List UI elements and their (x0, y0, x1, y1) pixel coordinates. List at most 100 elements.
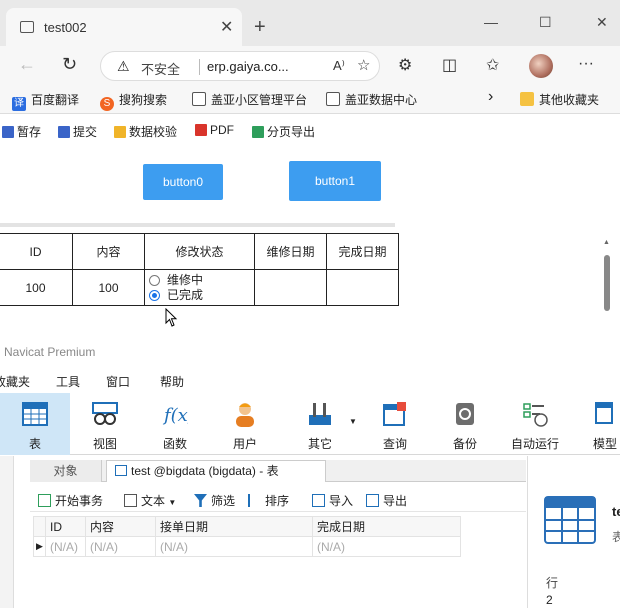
cell-done-date[interactable] (326, 269, 399, 306)
grid-cell[interactable]: (N/A) (85, 536, 156, 557)
filter-button[interactable]: 筛选 (194, 492, 235, 509)
sort-icon (248, 494, 261, 507)
save-draft-button[interactable]: 暂存 (2, 123, 41, 140)
bookmark-baidu-translate[interactable]: 译百度翻译 (12, 91, 79, 111)
toolbar-label: 分页导出 (267, 125, 316, 139)
navicat-title: Navicat Premium (4, 345, 96, 359)
button0[interactable]: button0 (143, 164, 223, 200)
profile-avatar[interactable] (529, 54, 553, 78)
pdf-button[interactable]: PDF (195, 123, 234, 137)
warning-icon: ⚠ (117, 58, 130, 74)
sogou-icon: S (100, 97, 114, 111)
new-tab-button[interactable]: + (254, 17, 266, 37)
svg-text:f(x): f(x) (162, 405, 188, 426)
bookmark-sogou[interactable]: S 搜狗搜索 (100, 91, 167, 111)
ribbon-user-button[interactable]: 用户 (210, 393, 280, 455)
scrollbar-thumb[interactable] (604, 255, 610, 311)
bookmark-gaiya-data[interactable]: 盖亚数据中心 (326, 91, 417, 108)
read-aloud-icon[interactable]: A⁾ (333, 58, 345, 74)
radio-label: 已完成 (167, 287, 204, 302)
minimize-button[interactable]: — (484, 14, 498, 30)
security-label[interactable]: 不安全 (141, 59, 180, 78)
ribbon-function-button[interactable]: f(x) 函数 (140, 393, 210, 455)
menu-window[interactable]: 窗口 (106, 373, 130, 390)
menu-favorites[interactable]: 收藏夹 (0, 373, 30, 390)
ribbon-backup-button[interactable]: 备份 (430, 393, 500, 455)
tab-title: test002 (44, 20, 87, 35)
radio-button[interactable] (149, 274, 160, 286)
menu-tools[interactable]: 工具 (56, 373, 80, 390)
grid-column-header[interactable]: 接单日期 (155, 516, 313, 537)
info-panel-title: te (612, 504, 620, 519)
grid-cell[interactable]: (N/A) (155, 536, 313, 557)
ribbon-automation-button[interactable]: 自动运行 (500, 393, 570, 455)
ribbon-model-button[interactable]: 模型 (570, 393, 620, 455)
paged-export-button[interactable]: 分页导出 (252, 123, 315, 140)
ribbon-other-button[interactable]: 其它 ▼ (285, 393, 357, 455)
ribbon-view-button[interactable]: 视图 (70, 393, 140, 455)
address-bar[interactable]: ⚠ 不安全 erp.gaiya.co... A⁾ ☆ (100, 51, 380, 81)
radio-option-repairing[interactable]: 维修中 (149, 273, 254, 288)
export-icon (252, 126, 264, 138)
split-screen-icon[interactable]: ◫ (442, 55, 457, 75)
favorite-star-icon[interactable]: ☆ (357, 56, 370, 74)
folder-icon (520, 92, 534, 106)
grid-cell[interactable]: (N/A) (45, 536, 86, 557)
chevron-right-icon[interactable]: › (488, 88, 493, 106)
bookmark-other-folder[interactable]: 其他收藏夹 (520, 91, 599, 108)
radio-option-completed[interactable]: 已完成 (149, 288, 254, 303)
dropdown-arrow-icon[interactable]: ▼ (349, 417, 357, 426)
button1[interactable]: button1 (289, 161, 381, 201)
horizontal-scrollbar[interactable] (0, 223, 395, 227)
close-icon[interactable]: ✕ (220, 17, 233, 37)
cell-repair-date[interactable] (254, 269, 327, 306)
dropdown-arrow-icon[interactable]: ▼ (168, 498, 176, 507)
toolbar-label: 暂存 (17, 125, 42, 139)
bookmark-gaiya-community[interactable]: 盖亚小区管理平台 (192, 91, 307, 108)
toolbar-label: 导出 (383, 494, 408, 508)
ribbon-table-button[interactable]: 表 (0, 393, 70, 455)
more-menu-icon[interactable]: ··· (578, 55, 594, 73)
validate-button[interactable]: 数据校验 (114, 123, 177, 140)
toolbar-label: 提交 (73, 125, 98, 139)
bookmark-label: 搜狗搜索 (119, 93, 168, 107)
maximize-button[interactable]: ☐ (539, 14, 552, 31)
sort-button[interactable]: 排序 (248, 492, 289, 509)
table-header-row: ID 内容 修改状态 维修日期 完成日期 (0, 233, 399, 270)
view-glasses-icon (92, 402, 118, 425)
bookmark-label: 盖亚数据中心 (345, 93, 418, 107)
grid-column-header[interactable]: 完成日期 (312, 516, 461, 537)
ribbon-query-button[interactable]: 查询 (360, 393, 430, 455)
export-button[interactable]: 导出 (366, 492, 407, 509)
radio-button-selected[interactable] (149, 289, 160, 301)
window-close-button[interactable]: ✕ (596, 14, 608, 31)
page-icon (326, 92, 340, 106)
column-header-repair-date: 维修日期 (254, 233, 327, 270)
column-header-status: 修改状态 (144, 233, 255, 270)
back-arrow-icon[interactable]: ← (18, 54, 36, 75)
table-icon (22, 402, 48, 426)
browser-tab[interactable]: test002 ✕ (6, 8, 242, 46)
cell-id[interactable]: 100 (0, 269, 73, 306)
begin-transaction-button[interactable]: 开始事务 (38, 492, 103, 509)
cell-content[interactable]: 100 (72, 269, 145, 306)
toolbar-label: 文本 (141, 494, 166, 508)
extensions-icon[interactable]: ⚙ (398, 55, 412, 75)
bookmark-label: 盖亚小区管理平台 (211, 93, 308, 107)
tab-objects[interactable]: 对象 (30, 460, 102, 482)
submit-button[interactable]: 提交 (58, 123, 97, 140)
favorites-icon[interactable]: ✩ (486, 55, 499, 75)
export-icon (366, 494, 379, 507)
navigation-pane[interactable] (0, 456, 14, 608)
grid-column-header[interactable]: ID (45, 516, 86, 537)
url-text[interactable]: erp.gaiya.co... (207, 59, 289, 74)
address-separator (199, 59, 200, 75)
scroll-up-icon[interactable]: ▲ (603, 239, 610, 246)
import-button[interactable]: 导入 (312, 492, 353, 509)
grid-column-header[interactable]: 内容 (85, 516, 156, 537)
menu-help[interactable]: 帮助 (160, 373, 184, 390)
text-button[interactable]: 文本 ▼ (124, 492, 176, 509)
refresh-icon[interactable]: ↻ (62, 54, 77, 75)
tab-table-editor[interactable]: test @bigdata (bigdata) - 表 (106, 460, 326, 482)
grid-cell[interactable]: (N/A) (312, 536, 461, 557)
